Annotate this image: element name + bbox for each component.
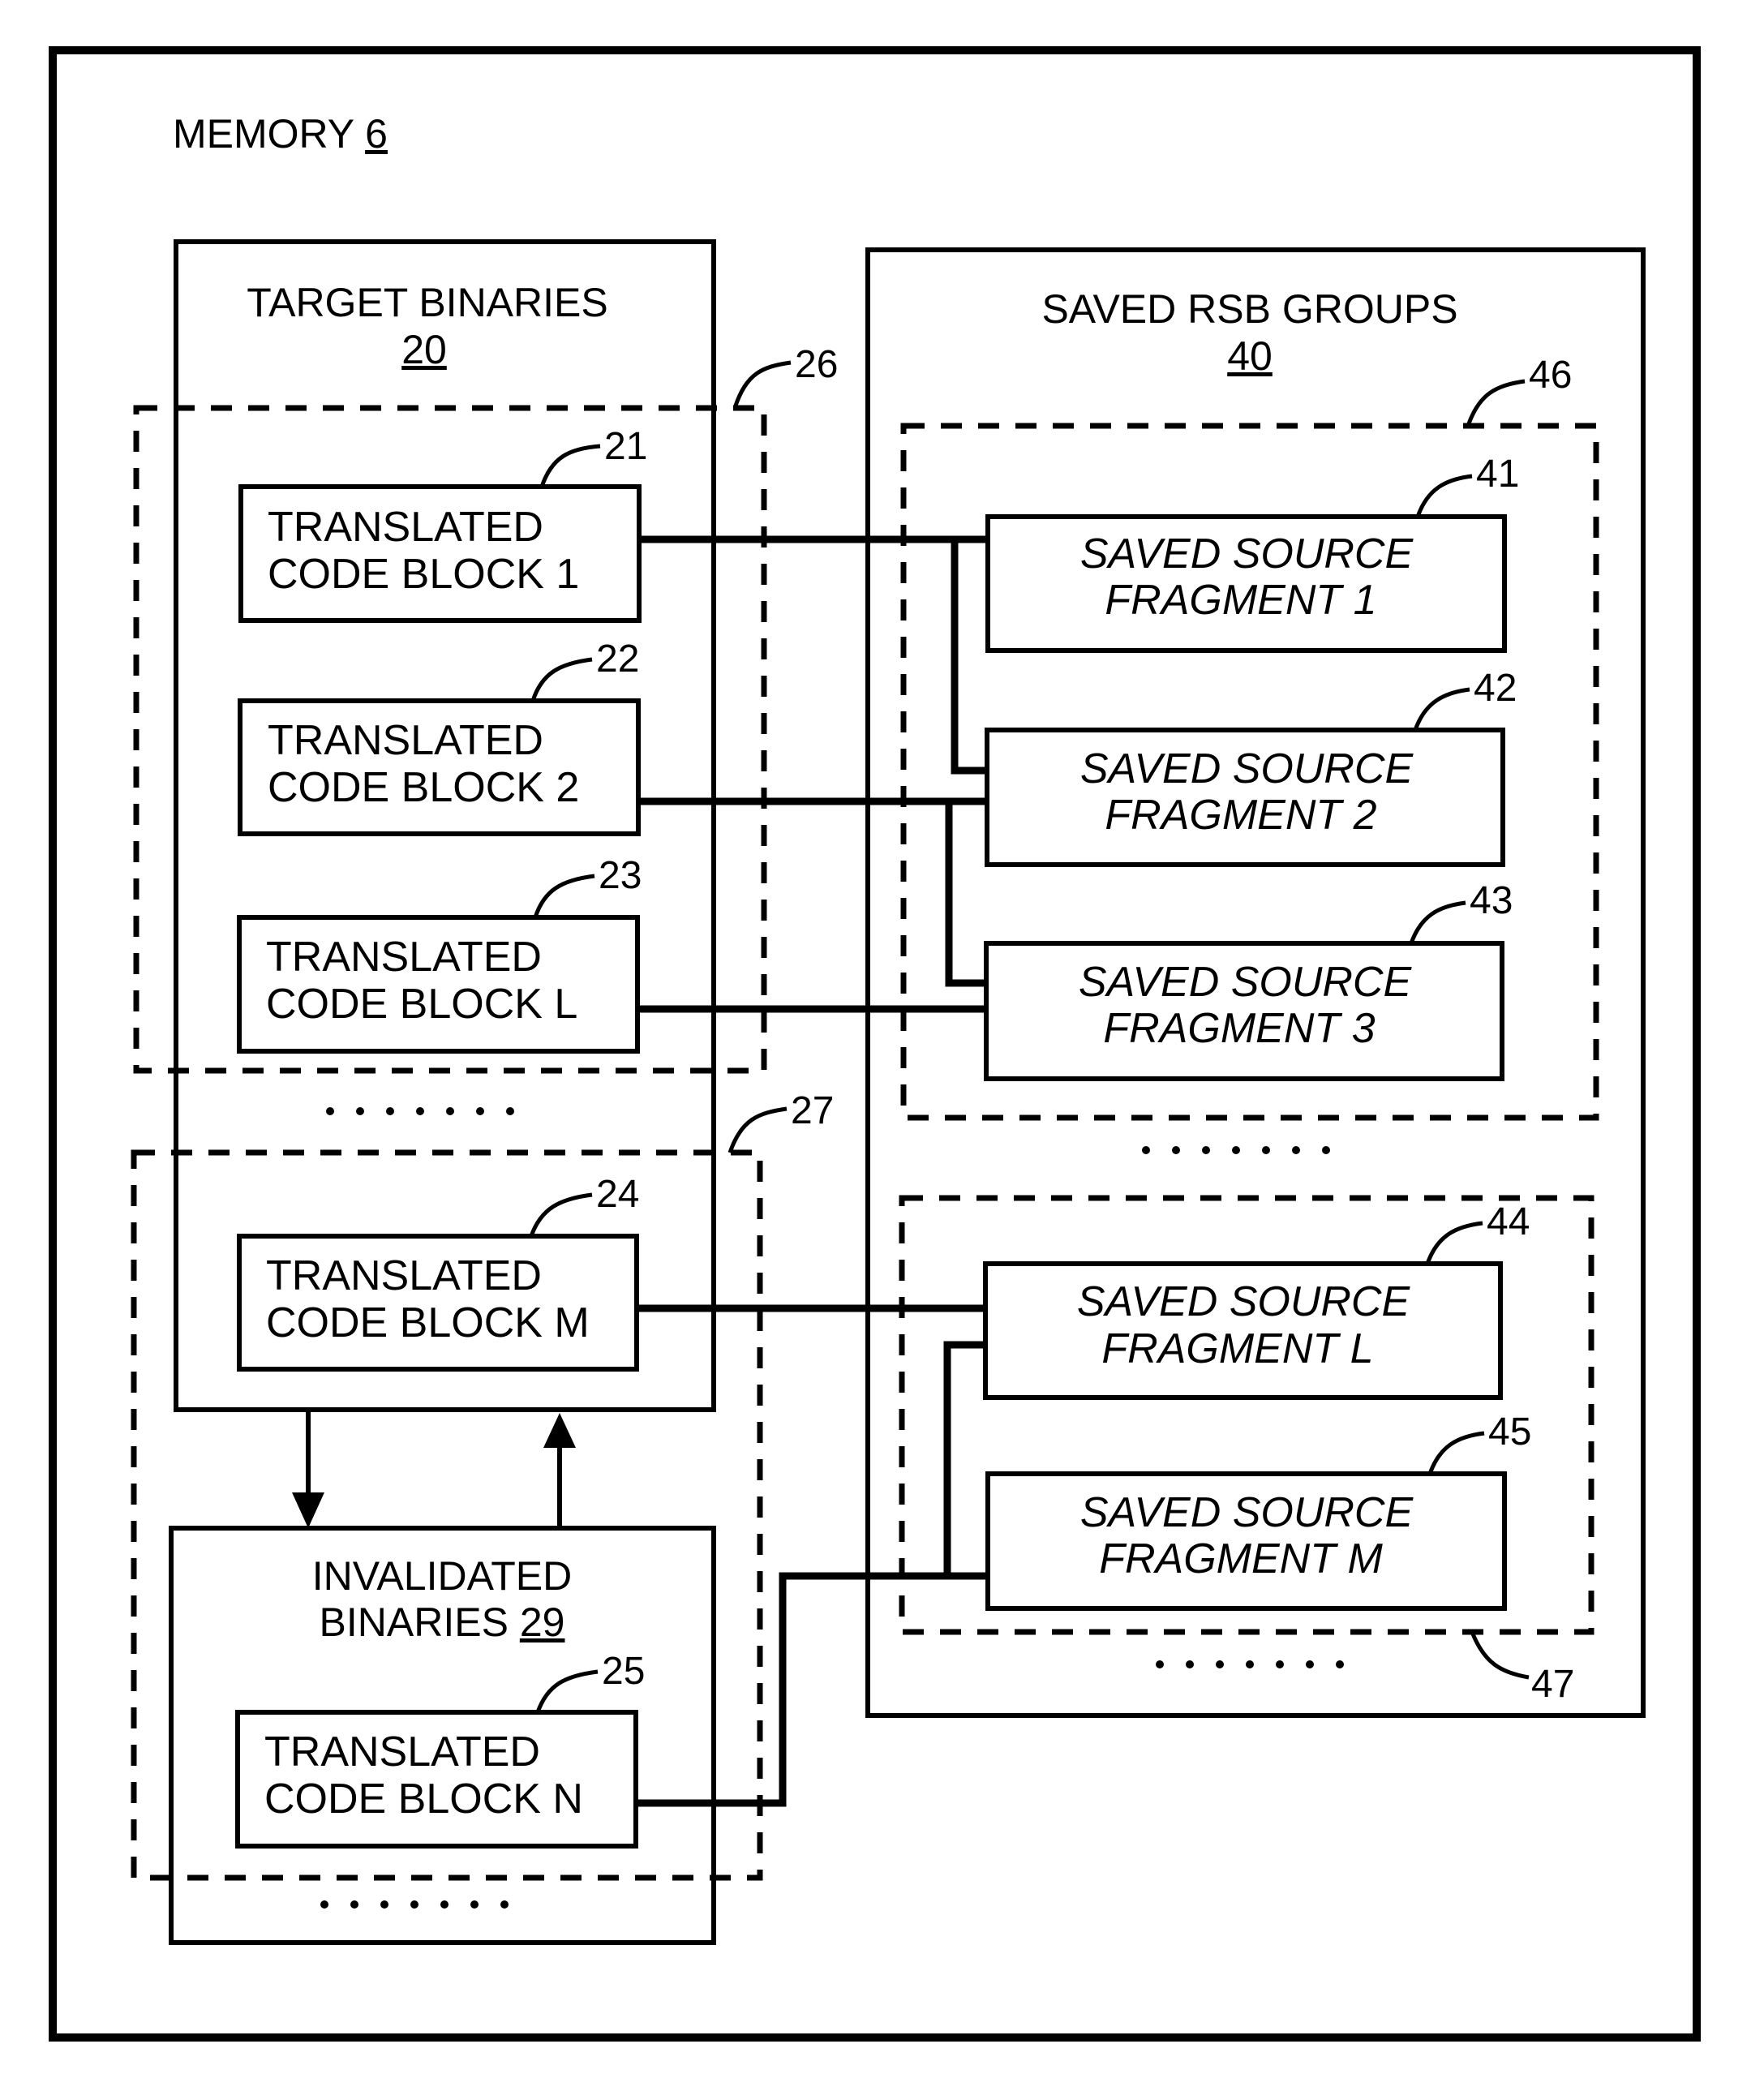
fragment-m-ref: 45	[1488, 1411, 1531, 1454]
group-26-ref: 26	[795, 343, 838, 386]
fragment-m-line1: SAVED SOURCE	[1080, 1489, 1414, 1536]
fragment-3-leader	[1409, 900, 1466, 944]
fragment-2-line2: FRAGMENT 2	[1105, 792, 1376, 839]
code-block-n-leader	[535, 1669, 599, 1713]
group-27-ref: 27	[791, 1089, 834, 1132]
memory-label: MEMORY 6	[173, 111, 388, 157]
target-binaries-label: TARGET BINARIES	[247, 280, 607, 325]
code-block-m-line2: CODE BLOCK M	[266, 1299, 590, 1346]
code-block-n-line1: TRANSLATED	[264, 1728, 540, 1776]
fragment-l-line1: SAVED SOURCE	[1077, 1278, 1411, 1325]
wire-bus-fragment2-top	[951, 539, 987, 775]
code-block-2-leader	[530, 657, 593, 702]
code-block-m-line1: TRANSLATED	[266, 1252, 542, 1299]
group-27-leader	[727, 1106, 788, 1153]
memory-ref: 6	[365, 111, 388, 157]
invalidate-arrow	[292, 1410, 324, 1528]
fragment-1-line1: SAVED SOURCE	[1080, 530, 1414, 578]
fragment-2-line1: SAVED SOURCE	[1080, 745, 1414, 792]
fragment-2-ref: 42	[1474, 667, 1517, 710]
fragment-m-leader	[1427, 1431, 1485, 1475]
ellipsis-right-2	[1156, 1660, 1344, 1668]
fragment-l-line2: FRAGMENT L	[1101, 1325, 1373, 1372]
ellipsis-left-2	[320, 1900, 509, 1909]
memory-diagram: MEMORY 6 TARGET BINARIES 20 26 TRANSLATE…	[49, 46, 1701, 2042]
code-block-2-ref: 22	[596, 638, 639, 681]
code-block-n-line2: CODE BLOCK N	[264, 1776, 583, 1823]
wire-bus-fragmentm	[943, 1341, 988, 1580]
code-block-n-ref: 25	[602, 1650, 645, 1693]
code-block-1-line2: CODE BLOCK 1	[268, 551, 579, 598]
fragment-3-ref: 43	[1470, 879, 1513, 922]
fragment-3-line1: SAVED SOURCE	[1079, 959, 1413, 1006]
target-binaries-ref: 20	[401, 327, 447, 372]
group-26-leader	[732, 360, 792, 409]
invalidated-binaries-line2: BINARIES 29	[320, 1600, 565, 1645]
group-46-leader	[1466, 379, 1526, 427]
code-block-1-line1: TRANSLATED	[268, 504, 543, 551]
wire-bus-fragment3-top	[945, 801, 986, 987]
fragment-3-line2: FRAGMENT 3	[1103, 1005, 1375, 1052]
code-block-l-leader	[533, 874, 595, 918]
invalidated-binaries-ref: 29	[520, 1600, 565, 1645]
fragment-l-ref: 44	[1487, 1200, 1530, 1243]
saved-rsb-groups-ref: 40	[1227, 333, 1273, 379]
code-block-m-leader	[529, 1192, 593, 1237]
revalidate-arrow	[543, 1413, 576, 1528]
group-47-leader	[1470, 1631, 1530, 1680]
code-block-l-line2: CODE BLOCK L	[266, 981, 577, 1028]
group-47-ref: 47	[1531, 1663, 1574, 1706]
code-block-l-ref: 23	[599, 854, 642, 897]
ellipsis-left-1	[326, 1107, 514, 1115]
fragment-1-leader	[1415, 474, 1473, 517]
code-block-2-line1: TRANSLATED	[268, 717, 543, 764]
fragment-l-leader	[1425, 1221, 1483, 1265]
code-block-1-leader	[539, 444, 601, 487]
fragment-1-line2: FRAGMENT 1	[1105, 577, 1376, 624]
code-block-2-line2: CODE BLOCK 2	[268, 764, 579, 811]
fragment-m-line2: FRAGMENT M	[1099, 1535, 1383, 1582]
fragment-1-ref: 41	[1476, 453, 1519, 496]
code-block-1-ref: 21	[604, 425, 647, 468]
saved-rsb-groups-label: SAVED RSB GROUPS	[1041, 286, 1457, 332]
group-46-ref: 46	[1529, 354, 1572, 397]
invalidated-binaries-line1: INVALIDATED	[312, 1553, 572, 1599]
ellipsis-right-1	[1142, 1146, 1330, 1154]
code-block-l-line1: TRANSLATED	[266, 934, 542, 981]
code-block-m-ref: 24	[596, 1173, 639, 1216]
diagram-canvas: MEMORY 6 TARGET BINARIES 20 26 TRANSLATE…	[0, 0, 1764, 2074]
fragment-2-leader	[1413, 687, 1470, 731]
